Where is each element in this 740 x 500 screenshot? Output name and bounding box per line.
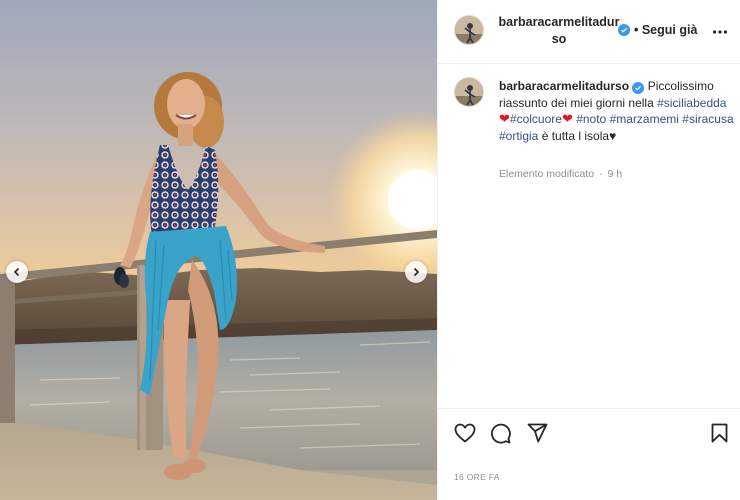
comment-button[interactable]	[490, 423, 511, 449]
bookmark-icon	[711, 423, 728, 443]
edited-note: Elemento modificato · 9 h	[499, 168, 622, 180]
chevron-right-icon	[413, 267, 420, 277]
red-heart-emoji: ❤	[561, 111, 573, 126]
black-heart-emoji: ♥	[609, 128, 617, 143]
next-photo-button[interactable]	[405, 261, 427, 283]
paper-plane-icon	[527, 423, 548, 443]
hashtag-link[interactable]: #siracusa	[682, 112, 733, 126]
more-options-icon	[712, 30, 728, 34]
edited-label: Elemento modificato	[499, 168, 595, 180]
hashtag-link[interactable]: #noto	[576, 112, 606, 126]
comment-icon	[491, 423, 511, 444]
post-actions-bar	[438, 408, 740, 458]
profile-picture	[455, 16, 483, 44]
chevron-left-icon	[13, 267, 20, 277]
hashtag-link[interactable]: #marzamemi	[610, 112, 679, 126]
avatar[interactable]	[454, 15, 484, 45]
post-caption: barbaracarmelitadurso Piccolissimo riass…	[499, 78, 735, 144]
caption-avatar[interactable]	[454, 77, 484, 107]
red-heart-emoji: ❤	[499, 111, 510, 126]
post-author-username[interactable]: barbaracarmelitadurso	[496, 14, 622, 48]
caption-text: è tutta l isola	[541, 128, 610, 143]
verified-badge-icon	[632, 82, 645, 94]
hashtag-link[interactable]: #colcuore	[510, 112, 562, 126]
edited-time[interactable]: 9 h	[607, 168, 622, 180]
sunset-pier-scene	[0, 72, 437, 500]
post-side-panel: barbaracarmelitadurso • Segui già barbar…	[437, 0, 740, 500]
more-options-button[interactable]	[712, 24, 728, 45]
post-timestamp[interactable]: 16 ORE FA	[454, 472, 500, 482]
verified-badge-icon	[618, 24, 630, 36]
like-button[interactable]	[454, 423, 476, 448]
post-photo[interactable]	[0, 0, 437, 500]
heart-icon	[454, 423, 476, 443]
following-status-button[interactable]: • Segui già	[634, 23, 697, 37]
hashtag-link[interactable]: #ortigia	[499, 129, 538, 143]
separator-dot: ·	[599, 168, 603, 180]
hashtag-link[interactable]: #siciliabedda	[657, 96, 726, 110]
save-button[interactable]	[711, 423, 728, 448]
previous-photo-button[interactable]	[6, 261, 28, 283]
profile-picture	[455, 78, 483, 106]
caption-username[interactable]: barbaracarmelitadurso	[499, 79, 629, 93]
post-header: barbaracarmelitadurso • Segui già	[438, 0, 740, 64]
share-button[interactable]	[527, 423, 548, 448]
